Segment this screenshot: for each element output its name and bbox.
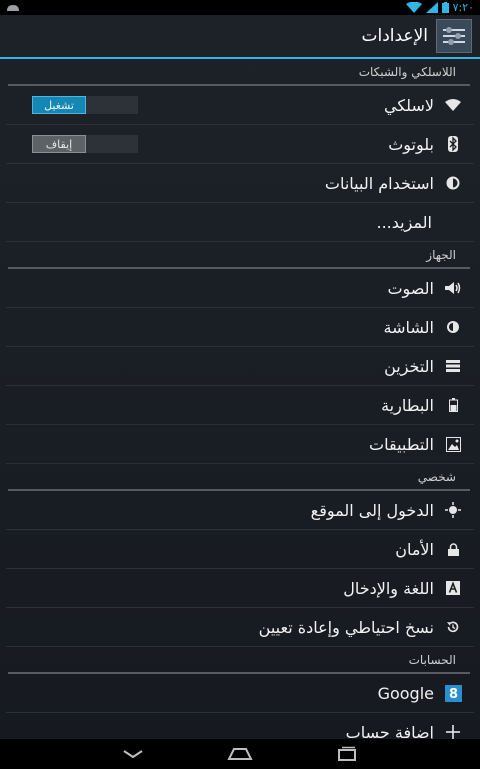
settings-item-display[interactable]: الشاشة xyxy=(6,308,474,347)
settings-item-label: لاسلكي xyxy=(384,95,434,115)
settings-item-security[interactable]: الأمان xyxy=(6,530,474,569)
wifi-toggle[interactable]: تشغيل xyxy=(32,96,138,114)
section-header-personal: شخصي xyxy=(8,464,470,491)
settings-item-storage[interactable]: التخزين xyxy=(6,347,474,386)
settings-item-label: الصوت xyxy=(387,278,434,298)
speaker-icon xyxy=(440,281,466,295)
settings-item-label: البطارية xyxy=(381,395,434,415)
settings-item-label: التطبيقات xyxy=(369,434,434,454)
settings-item-label: استخدام البيانات xyxy=(324,173,434,193)
settings-item-label: الأمان xyxy=(395,539,434,559)
keyboard-a-icon xyxy=(440,581,466,595)
wifi-icon xyxy=(440,99,466,111)
settings-item-label: بلوتوث xyxy=(388,134,434,154)
signal-status-icon xyxy=(425,2,438,13)
hide-keyboard-chevron-down-icon[interactable] xyxy=(113,742,153,766)
storage-icon xyxy=(440,360,466,372)
settings-list: اللاسلكي والشبكات لاسلكي تشغيل بلوتوث إي… xyxy=(0,59,480,752)
clock: ٧:٢٠ xyxy=(452,1,474,14)
section-header-accounts: الحسابات xyxy=(8,647,470,674)
recent-apps-icon[interactable] xyxy=(327,742,367,766)
display-brightness-icon xyxy=(440,320,466,334)
lock-icon xyxy=(440,542,466,556)
settings-item-label: نسخ احتياطي وإعادة تعيين xyxy=(258,617,434,637)
add-icon xyxy=(440,724,466,740)
navigation-bar xyxy=(0,739,480,769)
settings-item-label: الشاشة xyxy=(383,317,434,337)
google-account-icon: 8 xyxy=(440,684,466,702)
android-notification-icon xyxy=(0,4,20,12)
settings-item-label: اللغة والإدخال xyxy=(343,578,434,598)
settings-item-sound[interactable]: الصوت xyxy=(6,269,474,308)
settings-item-wifi[interactable]: لاسلكي تشغيل xyxy=(6,86,474,125)
settings-item-data-usage[interactable]: استخدام البيانات xyxy=(6,164,474,203)
settings-item-location[interactable]: الدخول إلى الموقع xyxy=(6,491,474,530)
settings-item-more[interactable]: المزيد... xyxy=(6,203,474,242)
svg-text:8: 8 xyxy=(448,687,457,702)
bluetooth-icon xyxy=(440,136,466,152)
settings-item-apps[interactable]: التطبيقات xyxy=(6,425,474,464)
apps-icon xyxy=(440,436,466,452)
settings-item-language[interactable]: اللغة والإدخال xyxy=(6,569,474,608)
status-bar: ٧:٢٠ xyxy=(0,0,480,15)
page-title: الإعدادات xyxy=(361,26,428,46)
settings-sliders-icon[interactable] xyxy=(436,19,472,53)
data-usage-icon xyxy=(440,176,466,190)
home-icon[interactable] xyxy=(220,742,260,766)
settings-item-label: المزيد... xyxy=(376,212,432,232)
wifi-status-icon xyxy=(405,2,422,13)
wifi-toggle-label: تشغيل xyxy=(32,96,86,114)
location-icon xyxy=(440,502,466,518)
backup-restore-icon xyxy=(440,620,466,634)
section-header-device: الجهاز xyxy=(8,242,470,269)
settings-item-backup-reset[interactable]: نسخ احتياطي وإعادة تعيين xyxy=(6,608,474,647)
settings-item-google-account[interactable]: 8 Google xyxy=(6,674,474,713)
battery-status-icon xyxy=(441,2,449,13)
action-bar: الإعدادات xyxy=(0,15,480,59)
settings-item-label: التخزين xyxy=(384,356,434,376)
settings-item-bluetooth[interactable]: بلوتوث إيقاف xyxy=(6,125,474,164)
settings-item-label: Google xyxy=(377,683,434,703)
bluetooth-toggle-label: إيقاف xyxy=(32,135,86,153)
bluetooth-toggle[interactable]: إيقاف xyxy=(32,135,138,153)
settings-item-battery[interactable]: البطارية xyxy=(6,386,474,425)
settings-item-label: الدخول إلى الموقع xyxy=(310,500,434,520)
battery-icon xyxy=(440,398,466,412)
section-header-wireless: اللاسلكي والشبكات xyxy=(8,59,470,86)
